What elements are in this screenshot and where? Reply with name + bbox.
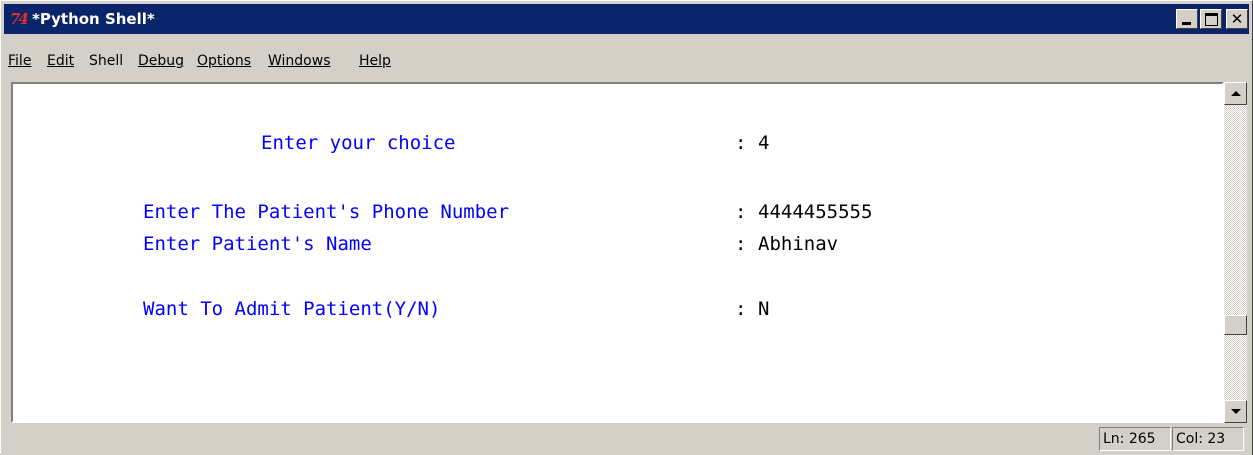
close-icon: ✕ — [1230, 10, 1244, 28]
shell-prompt-choice: Enter your choice — [261, 132, 456, 154]
menu-shell[interactable]: Shell — [89, 53, 123, 69]
shell-sep-admit: : — [735, 298, 747, 320]
python-shell-window: 74 *Python Shell* ✕ File Edit Shell Debu… — [0, 0, 1253, 455]
menu-file[interactable]: File — [8, 53, 31, 69]
menu-help-label: Help — [359, 53, 391, 69]
shell-sep-name: : — [735, 233, 747, 255]
shell-prompt-name: Enter Patient's Name — [143, 233, 372, 255]
arrow-up-icon — [1231, 91, 1241, 96]
menu-help[interactable]: Help — [359, 53, 391, 69]
minimize-button[interactable] — [1176, 9, 1198, 29]
shell-input-phone: 4444455555 — [758, 201, 873, 223]
menu-options-label: Options — [197, 53, 252, 69]
arrow-down-icon — [1231, 409, 1241, 414]
window-title: *Python Shell* — [32, 10, 155, 28]
menu-shell-label: Shell — [89, 53, 124, 69]
tk-logo-icon: 74 — [10, 10, 29, 28]
close-button[interactable]: ✕ — [1226, 9, 1248, 29]
shell-input-name: Abhinav — [758, 233, 839, 255]
status-line-number: Ln: 265 — [1099, 427, 1171, 451]
maximize-button[interactable] — [1200, 9, 1222, 29]
shell-sep-phone: : — [735, 201, 747, 223]
vertical-scrollbar[interactable] — [1224, 82, 1247, 423]
menu-debug[interactable]: Debug — [138, 53, 184, 69]
shell-input-admit: N — [758, 298, 770, 320]
shell-sep-choice: : — [735, 132, 747, 154]
menu-options[interactable]: Options — [197, 53, 251, 69]
scrollbar-thumb[interactable] — [1224, 315, 1247, 335]
menu-windows[interactable]: Windows — [268, 53, 331, 69]
shell-prompt-admit: Want To Admit Patient(Y/N) — [143, 298, 441, 320]
title-bar[interactable]: 74 *Python Shell* ✕ — [4, 4, 1249, 34]
shell-prompt-phone: Enter The Patient's Phone Number — [143, 201, 510, 223]
status-column-number: Col: 23 — [1172, 427, 1244, 451]
menu-debug-label: Debug — [138, 53, 185, 69]
status-bar: Ln: 265 Col: 23 — [1, 423, 1252, 455]
shell-input-choice: 4 — [758, 132, 770, 154]
scroll-up-button[interactable] — [1224, 82, 1247, 105]
menu-edit-label: Edit — [47, 53, 75, 69]
menu-windows-label: Windows — [268, 53, 331, 69]
shell-text-area[interactable]: Enter your choice : 4 Enter The Patient'… — [11, 82, 1224, 423]
menu-edit[interactable]: Edit — [47, 53, 74, 69]
menu-file-label: File — [8, 53, 32, 69]
scroll-down-button[interactable] — [1224, 400, 1247, 423]
